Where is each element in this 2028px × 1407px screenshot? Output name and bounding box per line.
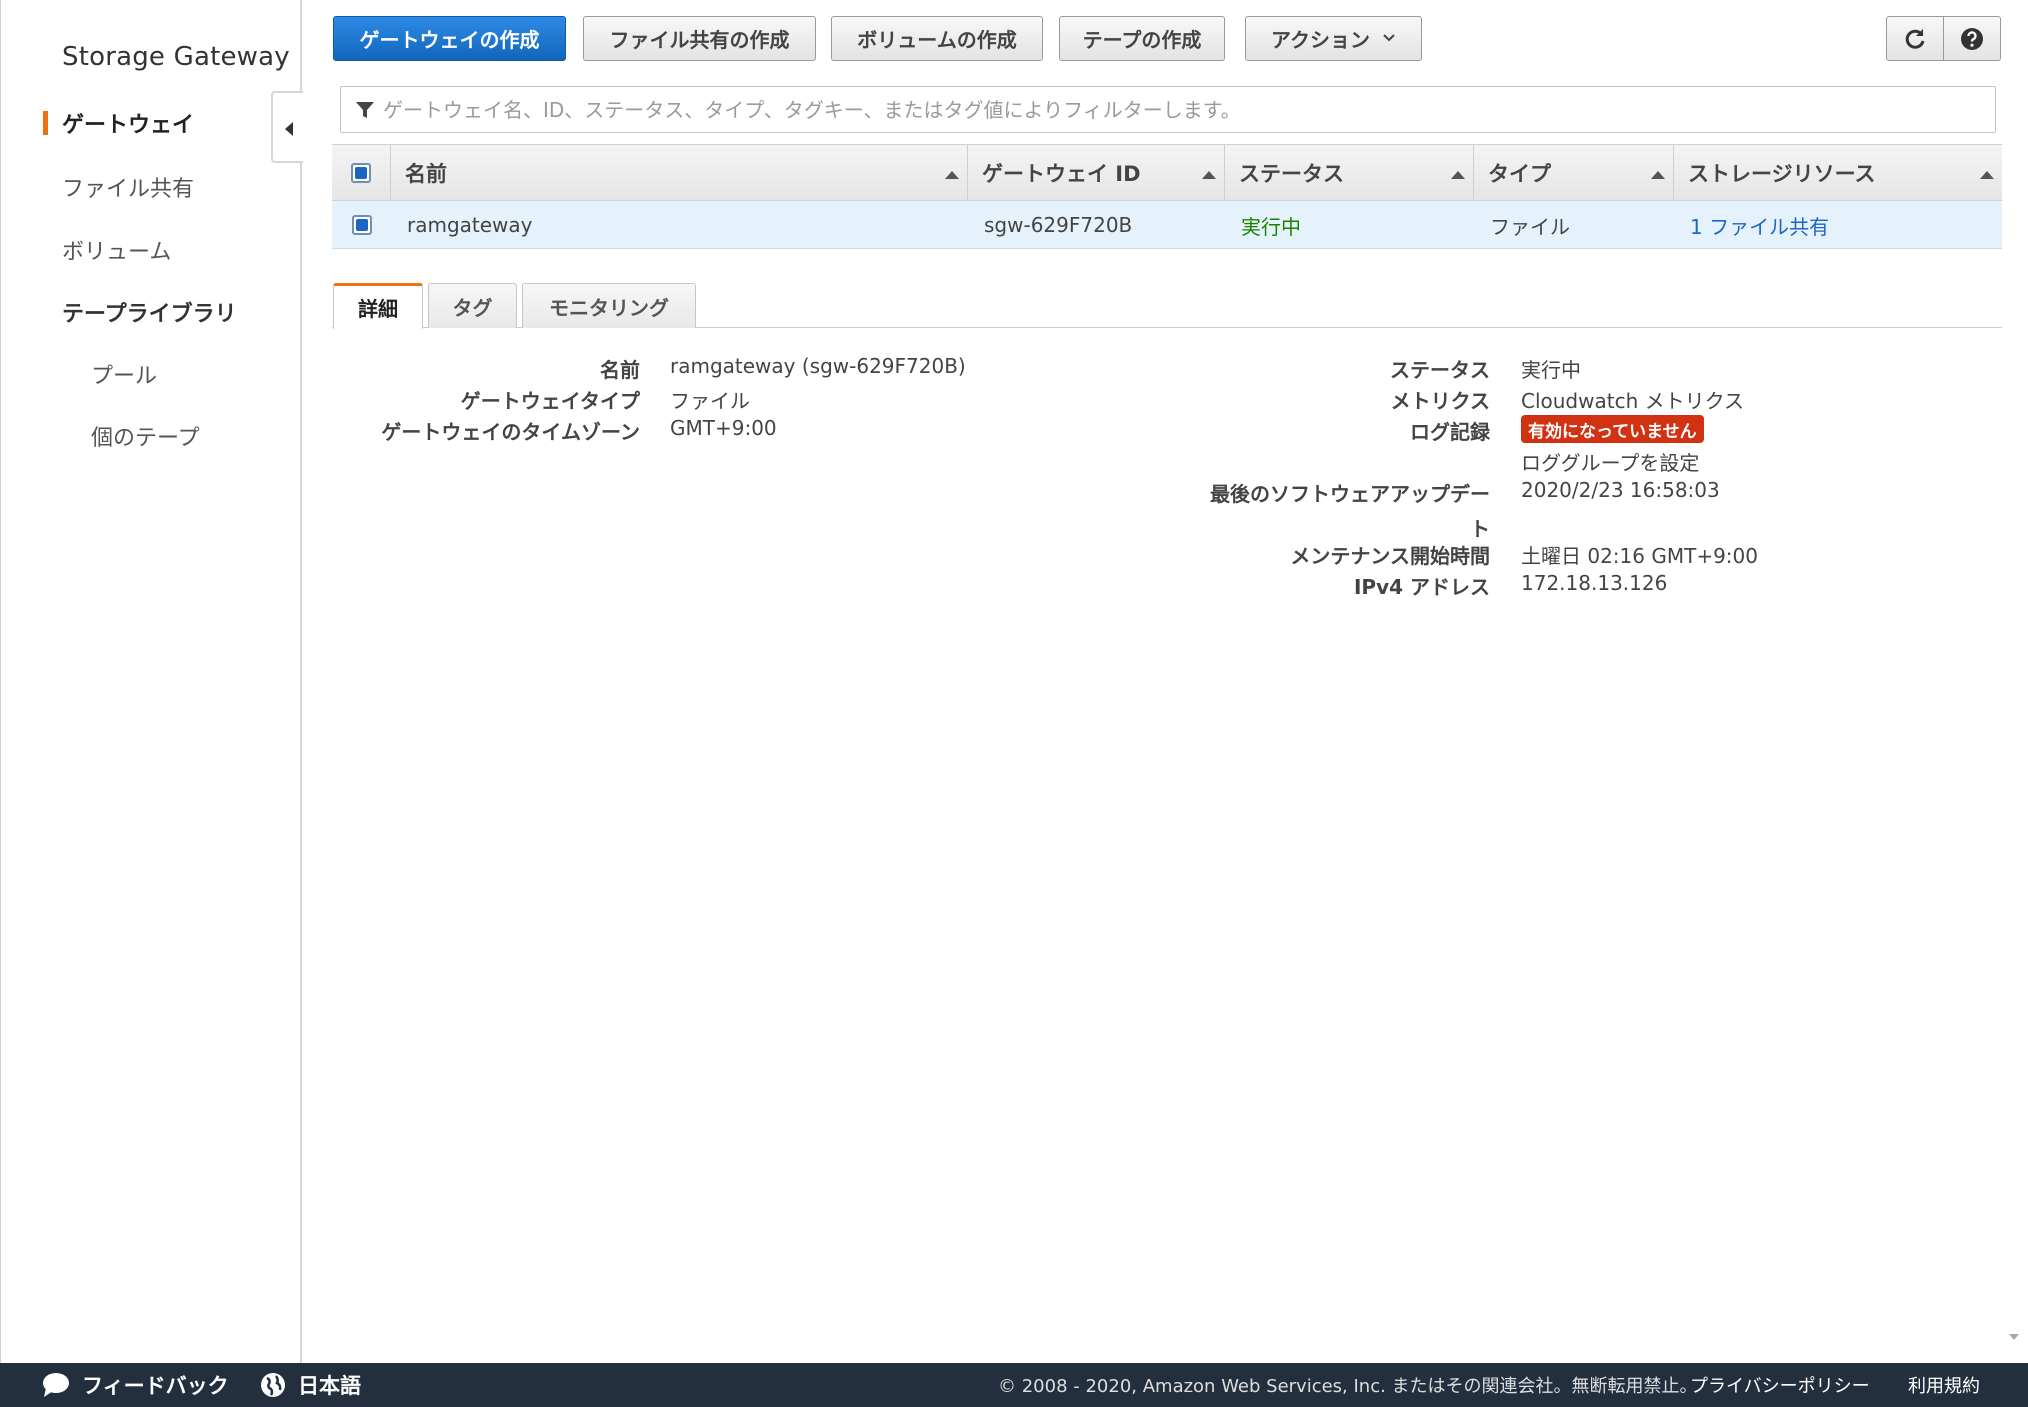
detail-name-link[interactable]: ramgateway (sgw-629F720B) (670, 354, 966, 378)
detail-logging-label: ログ記録 (1410, 420, 1490, 444)
row-select-cell (332, 201, 391, 249)
globe-icon (261, 1373, 285, 1397)
select-all-checkbox[interactable] (351, 163, 371, 183)
detail-metrics-label: メトリクス (1390, 389, 1490, 413)
actions-dropdown[interactable]: アクション (1245, 16, 1422, 61)
detail-ip-label: IPv4 アドレス (1353, 575, 1490, 599)
feedback-button[interactable]: フィードバック (42, 1363, 229, 1407)
footer: フィードバック 日本語 © 2008 - 2020, Amazon Web Se… (0, 1363, 2028, 1407)
detail-ip-value: 172.18.13.126 (1521, 571, 1668, 595)
scroll-down-arrow[interactable] (2009, 1334, 2019, 1340)
sidebar: Storage Gateway ゲートウェイ ファイル共有 ボリューム テープラ… (0, 0, 302, 1363)
cell-status: 実行中 (1241, 214, 1301, 239)
filter-icon (356, 101, 374, 118)
cell-storage-link[interactable]: 1 ファイル共有 (1690, 201, 1829, 249)
actions-label: アクション (1271, 28, 1370, 52)
sidebar-item-volume[interactable]: ボリューム (62, 234, 171, 266)
detail-metrics-link[interactable]: Cloudwatch メトリクス (1521, 385, 1744, 414)
detail-status-value: 実行中 (1521, 358, 1581, 382)
speech-bubble-icon (43, 1373, 69, 1397)
cell-gateway-id: sgw-629F720B (984, 213, 1133, 237)
row-checkbox[interactable] (351, 215, 372, 235)
detail-type-label: ゲートウェイタイプ (460, 389, 640, 413)
language-selector[interactable]: 日本語 (260, 1363, 361, 1407)
sidebar-item-tape-library[interactable]: テープライブラリ (62, 296, 237, 328)
column-header-type[interactable]: タイプ (1474, 145, 1674, 201)
filter-input[interactable] (383, 97, 1995, 122)
column-header-status[interactable]: ステータス (1225, 145, 1474, 201)
sidebar-collapse-button[interactable] (271, 91, 303, 163)
refresh-icon (1905, 28, 1925, 49)
detail-status-label: ステータス (1390, 358, 1490, 382)
table-row[interactable]: ramgateway sgw-629F720B 実行中 ファイル 1 ファイル共… (332, 201, 2002, 249)
detail-timezone-link[interactable]: GMT+9:00 (670, 416, 777, 440)
logging-status-badge: 有効になっていません (1521, 415, 1704, 443)
sidebar-item-pool[interactable]: プール (91, 358, 157, 390)
sort-asc-icon (1980, 171, 1994, 179)
chevron-left-icon (285, 122, 293, 136)
sidebar-item-file-share[interactable]: ファイル共有 (62, 171, 194, 203)
sort-asc-icon (1451, 171, 1465, 179)
cell-type: ファイル (1490, 214, 1570, 239)
tab-monitoring[interactable]: モニタリング (522, 283, 696, 328)
select-all-cell (332, 145, 391, 201)
detail-update-value: 2020/2/23 16:58:03 (1521, 478, 1720, 502)
detail-maintenance-label: メンテナンス開始時間 (1290, 544, 1490, 568)
copyright-text: © 2008 - 2020, Amazon Web Services, Inc.… (998, 1376, 1698, 1397)
detail-maintenance-link[interactable]: 土曜日 02:16 GMT+9:00 (1521, 540, 1758, 569)
cell-name: ramgateway (407, 213, 533, 237)
configure-log-group-link[interactable]: ロググループを設定 (1521, 447, 1699, 476)
create-file-share-button[interactable]: ファイル共有の作成 (583, 16, 816, 61)
terms-of-use-link[interactable]: 利用規約 (1908, 1363, 1980, 1407)
refresh-button[interactable] (1886, 16, 1944, 61)
create-gateway-button[interactable]: ゲートウェイの作成 (333, 16, 566, 61)
chevron-down-icon (1382, 31, 1396, 47)
sidebar-title: Storage Gateway (62, 42, 290, 72)
sidebar-item-tapes[interactable]: 個のテープ (91, 420, 200, 452)
column-header-name[interactable]: 名前 (391, 145, 968, 201)
help-icon (1961, 27, 1983, 50)
help-button[interactable] (1943, 16, 2001, 61)
sort-asc-icon (945, 171, 959, 179)
create-tape-button[interactable]: テープの作成 (1059, 16, 1225, 61)
privacy-policy-link[interactable]: プライバシーポリシー (1690, 1363, 1870, 1407)
sidebar-item-gateway[interactable]: ゲートウェイ (62, 107, 194, 139)
sort-asc-icon (1202, 171, 1216, 179)
sort-asc-icon (1651, 171, 1665, 179)
filter-bar (340, 86, 1996, 133)
active-indicator (43, 111, 48, 135)
column-header-storage[interactable]: ストレージリソース (1674, 145, 2002, 201)
detail-type-value: ファイル (670, 389, 750, 413)
create-volume-button[interactable]: ボリュームの作成 (831, 16, 1043, 61)
detail-update-label: 最後のソフトウェアアップデー ト (1210, 482, 1490, 541)
detail-name-label: 名前 (600, 358, 640, 382)
table-header: 名前 ゲートウェイ ID ステータス タイプ ストレージリソース (332, 144, 2002, 201)
detail-timezone-label: ゲートウェイのタイムゾーン (381, 420, 640, 444)
tab-tags[interactable]: タグ (428, 283, 517, 328)
column-header-gateway-id[interactable]: ゲートウェイ ID (968, 145, 1225, 201)
tab-details[interactable]: 詳細 (333, 283, 423, 329)
